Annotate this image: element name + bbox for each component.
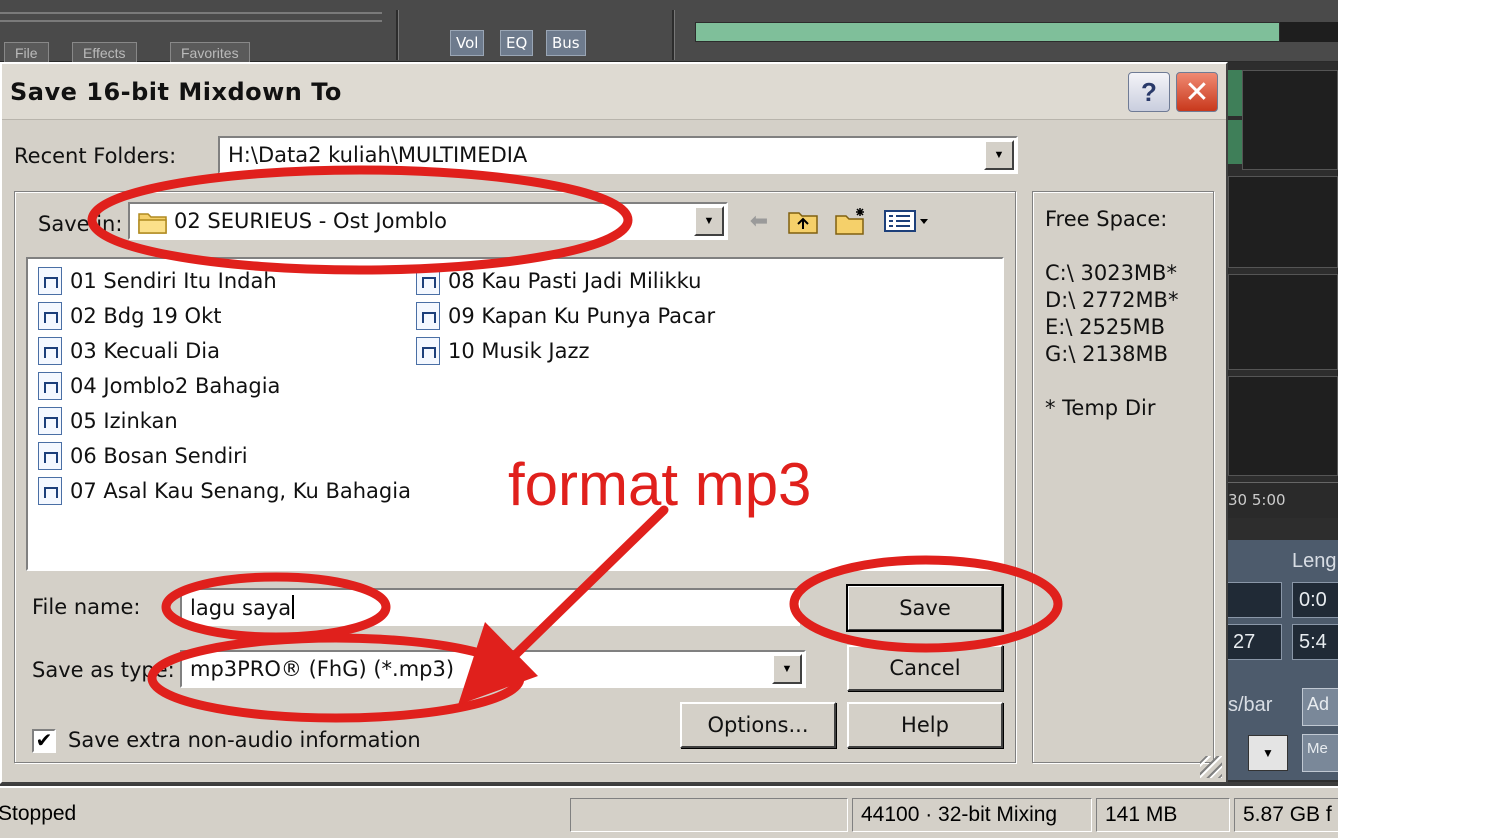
- timeline-ruler: 30 5:00: [1226, 482, 1338, 518]
- save-extra-info-checkbox[interactable]: ✔: [32, 729, 56, 753]
- save-as-type-select[interactable]: mp3PRO® (FhG) (*.mp3) ▼: [180, 650, 806, 688]
- mixer-vol-button[interactable]: Vol: [450, 30, 485, 56]
- toolbar-separator: [672, 10, 675, 60]
- audio-file-icon: [416, 302, 440, 330]
- mixer-bus-button[interactable]: Bus: [546, 30, 586, 56]
- track-lane: [1242, 70, 1338, 170]
- track-lane: [1228, 376, 1338, 476]
- audio-file-icon: [38, 337, 62, 365]
- tab-favorites[interactable]: Favorites: [170, 42, 250, 64]
- folder-icon: [138, 213, 167, 234]
- filename-input[interactable]: lagu saya: [180, 588, 800, 626]
- help-button[interactable]: Help: [847, 702, 1003, 748]
- recent-folders-value: H:\Data2 kuliah\MULTIMEDIA: [228, 143, 528, 167]
- save-mixdown-dialog: Save 16-bit Mixdown To ? ✕ Recent Folder…: [0, 62, 1228, 784]
- list-item[interactable]: 05 Izinkan: [38, 405, 178, 437]
- temp-dir-note: * Temp Dir: [1045, 396, 1156, 420]
- recent-folders-combo[interactable]: H:\Data2 kuliah\MULTIMEDIA ▼: [218, 136, 1018, 174]
- drive-g-space: G:\ 2138MB: [1045, 342, 1169, 366]
- free-space-panel: Free Space: C:\ 3023MB* D:\ 2772MB* E:\ …: [1032, 191, 1214, 763]
- beats-per-bar-label: s/bar: [1228, 694, 1273, 716]
- chevron-down-icon[interactable]: ▼: [694, 206, 724, 236]
- list-item[interactable]: 01 Sendiri Itu Indah: [38, 265, 277, 297]
- level-meter-track: [1280, 22, 1338, 42]
- audio-file-icon: [38, 477, 62, 505]
- save-in-value: 02 SEURIEUS - Ost Jomblo: [174, 209, 447, 233]
- status-bar: Stopped 44100 · 32-bit Mixing 141 MB 5.8…: [0, 786, 1338, 838]
- list-item[interactable]: 10 Musik Jazz: [416, 335, 590, 367]
- new-folder-icon[interactable]: [834, 204, 868, 238]
- view-menu-icon[interactable]: [882, 204, 932, 238]
- list-item[interactable]: 08 Kau Pasti Jadi Milikku: [416, 265, 701, 297]
- status-memory: 141 MB: [1096, 798, 1230, 832]
- toolbar-separator: [396, 10, 399, 60]
- drive-e-space: E:\ 2525MB: [1045, 315, 1166, 339]
- time-field: [1226, 582, 1282, 618]
- save-as-type-value: mp3PRO® (FhG) (*.mp3): [190, 657, 455, 681]
- filename-label: File name:: [32, 595, 141, 619]
- dialog-titlebar[interactable]: Save 16-bit Mixdown To ? ✕: [2, 64, 1226, 120]
- list-item[interactable]: 02 Bdg 19 Okt: [38, 300, 221, 332]
- m-button[interactable]: Me: [1302, 734, 1338, 772]
- list-item[interactable]: 03 Kecuali Dia: [38, 335, 220, 367]
- tab-effects[interactable]: Effects: [72, 42, 137, 64]
- track-clip[interactable]: [1226, 70, 1242, 116]
- length-start-value: 0:0: [1292, 582, 1338, 618]
- save-in-combo[interactable]: 02 SEURIEUS - Ost Jomblo ▼: [128, 202, 728, 240]
- list-item[interactable]: 06 Bosan Sendiri: [38, 440, 248, 472]
- app-toolbar: File Effects Favorites Vol EQ Bus: [0, 0, 1338, 64]
- save-in-label: Save in:: [38, 212, 123, 236]
- add-button[interactable]: Ad: [1302, 688, 1338, 726]
- chevron-down-icon[interactable]: ▼: [772, 654, 802, 684]
- options-button[interactable]: Options...: [680, 702, 836, 748]
- length-label: Leng: [1292, 550, 1337, 572]
- track-lane: [1228, 274, 1338, 370]
- help-icon[interactable]: ?: [1128, 72, 1170, 112]
- time-field-value: 27: [1226, 624, 1282, 660]
- audio-file-icon: [38, 372, 62, 400]
- toolbar-divider: [0, 20, 382, 22]
- file-list[interactable]: 01 Sendiri Itu Indah 02 Bdg 19 Okt 03 Ke…: [26, 257, 1004, 571]
- dialog-title: Save 16-bit Mixdown To: [10, 78, 342, 106]
- track-clip[interactable]: [1226, 120, 1242, 164]
- track-lane: [1228, 176, 1338, 268]
- level-meter: [695, 22, 1280, 42]
- up-folder-icon[interactable]: [786, 204, 820, 238]
- audio-file-icon: [38, 407, 62, 435]
- tab-file[interactable]: File: [4, 42, 49, 64]
- bars-dropdown-arrow[interactable]: ▼: [1248, 735, 1288, 771]
- chevron-down-icon[interactable]: ▼: [984, 140, 1014, 170]
- audio-file-icon: [38, 302, 62, 330]
- mixer-eq-button[interactable]: EQ: [500, 30, 534, 56]
- list-item[interactable]: 07 Asal Kau Senang, Ku Bahagia: [38, 475, 411, 507]
- back-arrow-icon[interactable]: ⬅: [742, 204, 776, 238]
- toolbar-divider: [0, 12, 382, 14]
- drive-c-space: C:\ 3023MB*: [1045, 261, 1177, 285]
- audio-file-icon: [38, 267, 62, 295]
- list-item[interactable]: 09 Kapan Ku Punya Pacar: [416, 300, 715, 332]
- list-item[interactable]: 04 Jomblo2 Bahagia: [38, 370, 280, 402]
- drive-d-space: D:\ 2772MB*: [1045, 288, 1179, 312]
- resize-grip-icon[interactable]: [1200, 756, 1222, 778]
- save-button[interactable]: Save: [846, 584, 1004, 632]
- audio-file-icon: [38, 442, 62, 470]
- length-value: 5:4: [1292, 624, 1338, 660]
- cancel-button[interactable]: Cancel: [847, 645, 1003, 691]
- recent-folders-label: Recent Folders:: [14, 144, 177, 168]
- status-mixing: 44100 · 32-bit Mixing: [852, 798, 1092, 832]
- status-disk: 5.87 GB f: [1234, 798, 1338, 832]
- status-empty-cell: [570, 798, 848, 832]
- text-caret: [292, 595, 295, 619]
- save-extra-info-label: Save extra non-audio information: [68, 728, 421, 752]
- status-state: Stopped: [0, 802, 77, 825]
- save-as-type-label: Save as type:: [32, 658, 175, 682]
- free-space-title: Free Space:: [1045, 207, 1168, 231]
- filename-value: lagu saya: [190, 596, 292, 620]
- audio-file-icon: [416, 337, 440, 365]
- close-icon[interactable]: ✕: [1176, 72, 1218, 112]
- audio-file-icon: [416, 267, 440, 295]
